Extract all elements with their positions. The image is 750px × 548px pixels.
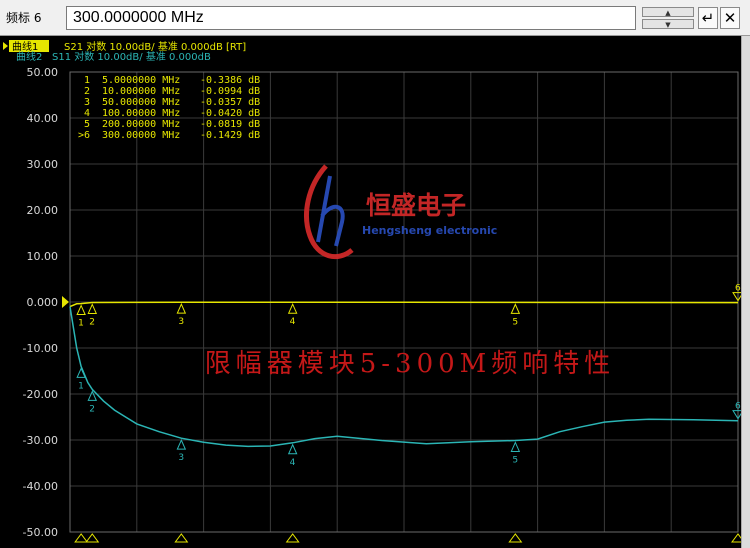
marker-s11-label: 4 bbox=[290, 458, 296, 468]
trace2-tag[interactable]: 曲线2 bbox=[16, 50, 42, 63]
marker-freq: 300.00000 MHz bbox=[102, 130, 180, 141]
overlay-title: 限幅器模块5-300M频响特性 bbox=[205, 349, 616, 379]
marker-freq: 200.00000 MHz bbox=[102, 119, 180, 130]
marker-label: 频标 6 bbox=[6, 11, 42, 25]
vna-plot: 50.00 40.00 30.00 20.00 10.00 0.000 -10.00 -20.… bbox=[0, 36, 741, 548]
y-tick-label: -30.00 bbox=[23, 434, 58, 447]
enter-button[interactable]: ↵ bbox=[698, 7, 718, 29]
marker-s11-label: 5 bbox=[512, 455, 518, 465]
marker-s21-label: 5 bbox=[512, 317, 518, 327]
chevron-up-icon: ▲ bbox=[665, 9, 671, 17]
marker-row: 2 10.000000 MHz -0.0994 dB bbox=[84, 86, 260, 97]
marker-value: -0.0994 dB bbox=[200, 86, 260, 97]
marker-s11-label: 1 bbox=[78, 381, 84, 391]
marker-row: 5 200.00000 MHz -0.0819 dB bbox=[84, 119, 260, 130]
y-tick-label: -10.00 bbox=[23, 342, 58, 355]
marker-freq: 50.000000 MHz bbox=[102, 97, 180, 108]
y-tick-label: 40.00 bbox=[27, 112, 59, 125]
marker-s11-label: 3 bbox=[178, 453, 184, 463]
y-tick-label: -20.00 bbox=[23, 388, 58, 401]
marker-value: -0.0420 dB bbox=[200, 108, 260, 119]
trace-header: 曲线1 S21 对数 10.00dB/ 基准 0.000dB [RT] 曲线2 … bbox=[3, 40, 246, 63]
marker-id: 2 bbox=[84, 86, 90, 97]
marker-id: 3 bbox=[84, 97, 90, 108]
trace2-info: S11 对数 10.00dB/ 基准 0.000dB bbox=[52, 50, 211, 63]
frequency-input[interactable] bbox=[66, 6, 636, 30]
marker-row: 1 5.0000000 MHz -0.3386 dB bbox=[84, 75, 260, 86]
marker-value: -0.3386 dB bbox=[200, 75, 260, 86]
toolbar: 频标 6 ▲ ▼ ↵ ✕ bbox=[0, 0, 750, 36]
y-tick-label: -40.00 bbox=[23, 480, 58, 493]
marker-s21-label: 1 bbox=[78, 319, 84, 329]
y-tick-label: 0.000 bbox=[27, 296, 59, 309]
marker-freq: 10.000000 MHz bbox=[102, 86, 180, 97]
marker-id: 5 bbox=[84, 119, 90, 130]
marker-s21-label: 4 bbox=[290, 317, 296, 327]
marker-row: 4 100.00000 MHz -0.0420 dB bbox=[84, 108, 260, 119]
y-tick-label: -50.00 bbox=[23, 526, 58, 539]
marker-id: 1 bbox=[84, 75, 90, 86]
y-tick-label: 10.00 bbox=[27, 250, 59, 263]
enter-icon: ↵ bbox=[701, 9, 715, 27]
marker-id: >6 bbox=[78, 130, 90, 141]
marker-row: 3 50.000000 MHz -0.0357 dB bbox=[84, 97, 260, 108]
close-icon: ✕ bbox=[723, 9, 737, 27]
logo-cn-text: 恒盛电子 bbox=[366, 191, 466, 220]
logo-en-text: Hengsheng electronic bbox=[362, 224, 497, 237]
marker-table: 1 5.0000000 MHz -0.3386 dB 2 10.000000 MHz -… bbox=[78, 75, 260, 141]
y-tick-label: 20.00 bbox=[27, 204, 59, 217]
marker-value: -0.0357 dB bbox=[200, 97, 260, 108]
spin-down-button[interactable]: ▼ bbox=[642, 19, 694, 29]
marker-s21-label: 2 bbox=[89, 317, 95, 327]
y-tick-label: 50.00 bbox=[27, 66, 59, 79]
marker-freq: 100.00000 MHz bbox=[102, 108, 180, 119]
marker-id: 4 bbox=[84, 108, 90, 119]
scrollbar[interactable] bbox=[741, 36, 750, 548]
spin-up-button[interactable]: ▲ bbox=[642, 7, 694, 17]
marker-value: -0.0819 dB bbox=[200, 119, 260, 130]
y-tick-label: 30.00 bbox=[27, 158, 59, 171]
close-button[interactable]: ✕ bbox=[720, 7, 740, 29]
marker-value: -0.1429 dB bbox=[200, 130, 260, 141]
chevron-down-icon: ▼ bbox=[665, 21, 671, 29]
marker-s11-label: 2 bbox=[89, 404, 95, 414]
marker-s21-label: 3 bbox=[178, 317, 184, 327]
marker-row: >6 300.00000 MHz -0.1429 dB bbox=[78, 130, 260, 141]
marker-freq: 5.0000000 MHz bbox=[102, 75, 180, 86]
